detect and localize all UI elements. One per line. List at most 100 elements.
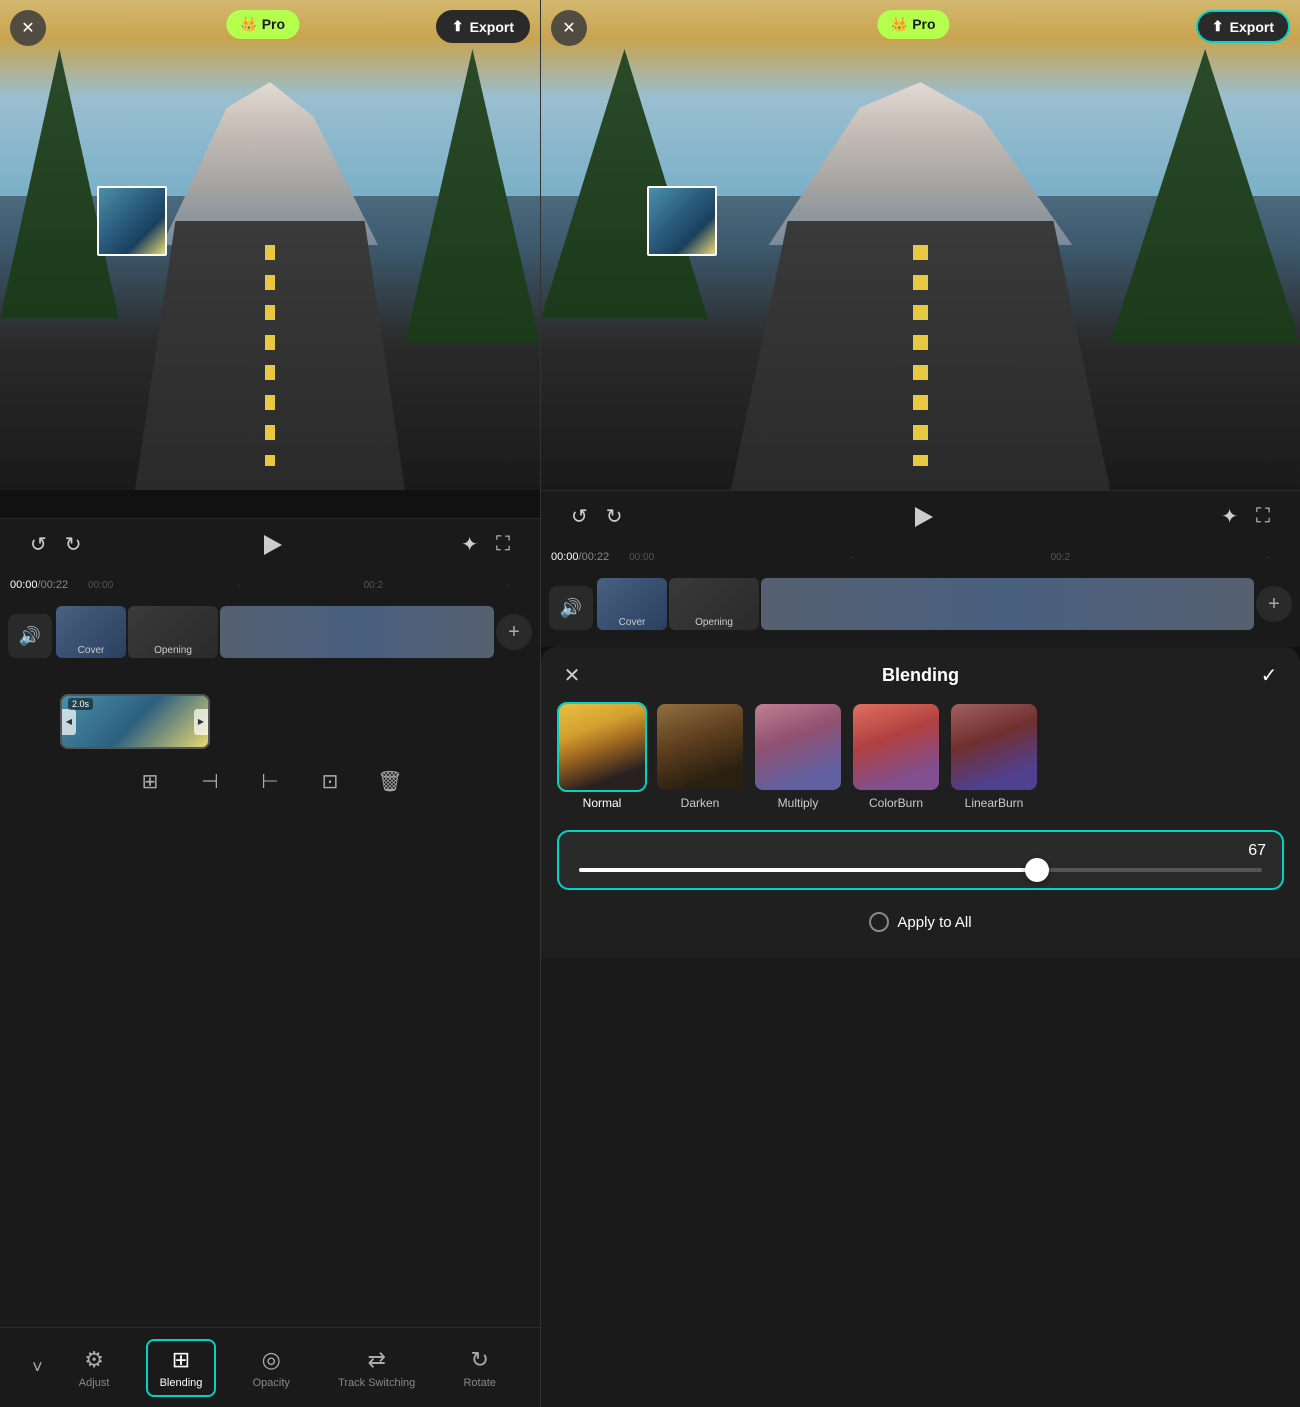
slider-thumb[interactable] (1025, 858, 1049, 882)
blend-mode-linearburn[interactable]: LinearBurn (949, 702, 1039, 810)
rt-mark-0: 00:00 (629, 552, 654, 563)
fullscreen-button-left[interactable]: ⛶ (496, 533, 510, 556)
blend-mode-thumb-colorburn (851, 702, 941, 792)
export-button-right[interactable]: ⬆ Export (1196, 10, 1290, 43)
blending-header: ✕ Blending ✓ (557, 663, 1284, 688)
track-clips-left: Cover Opening + (56, 606, 532, 658)
rotate-label: Rotate (463, 1377, 495, 1389)
time-label-right: 00:00/00:22 (551, 551, 609, 563)
export-icon-left: ⬆ (452, 18, 464, 35)
track-clips-right: Cover Opening + (597, 578, 1292, 630)
apply-circle-icon (869, 912, 889, 932)
time-label-left: 00:00/00:22 (10, 579, 68, 591)
split-both-tool-button[interactable]: ⊡ (310, 761, 350, 801)
sparkle-button-right[interactable]: ✦ (1221, 504, 1238, 529)
blending-title: Blending (587, 665, 1254, 686)
down-chevron-left[interactable]: ˅ (32, 1357, 43, 1378)
blend-linearburn-label: LinearBurn (965, 796, 1024, 810)
blend-darken-label: Darken (681, 796, 720, 810)
fullscreen-button-right[interactable]: ⛶ (1256, 505, 1270, 528)
add-clip-button-left[interactable]: + (496, 614, 532, 650)
opening-label-right: Opening (695, 617, 733, 628)
main-clip[interactable] (220, 606, 494, 658)
close-button-right[interactable]: ✕ (551, 10, 587, 46)
blend-multiply-label: Multiply (778, 796, 819, 810)
cover-label-right: Cover (619, 617, 646, 628)
opening-clip[interactable]: Opening (128, 606, 218, 658)
rt-mark-2: 00:2 (1051, 552, 1070, 563)
sparkle-button-left[interactable]: ✦ (461, 532, 478, 557)
sub-clip-handle-right[interactable]: ▶ (194, 709, 208, 735)
track-area-right: 🔊 Cover Opening + (541, 572, 1300, 647)
audio-button-right[interactable]: 🔊 (549, 586, 593, 630)
export-label-right: Export (1230, 19, 1274, 35)
blend-mode-thumb-darken (655, 702, 745, 792)
timeline-mark-2: 00:2 (364, 580, 383, 591)
sub-clip-handle-left[interactable]: ◀ (62, 709, 76, 735)
undo-button-right[interactable]: ↺ (571, 504, 588, 529)
rotate-tool[interactable]: ↻ Rotate (451, 1341, 507, 1395)
export-label-left: Export (470, 19, 514, 35)
play-button-left[interactable] (253, 527, 289, 563)
close-icon-left: ✕ (21, 18, 34, 38)
blending-panel: ✕ Blending ✓ Normal Darken (541, 647, 1300, 958)
blending-close-button[interactable]: ✕ (557, 663, 587, 688)
play-button-right[interactable] (904, 499, 940, 535)
blend-modes-row: Normal Darken Multiply (557, 702, 1284, 818)
export-button-left[interactable]: ⬆ Export (436, 10, 530, 43)
cover-clip-right[interactable]: Cover (597, 578, 667, 630)
blend-mode-darken[interactable]: Darken (655, 702, 745, 810)
undo-button-left[interactable]: ↺ (30, 532, 47, 557)
blending-icon: ⊞ (172, 1347, 190, 1373)
opacity-slider-track[interactable] (579, 868, 1262, 872)
close-button-left[interactable]: ✕ (10, 10, 46, 46)
rt-mark-dot-2: · (1267, 552, 1270, 563)
audio-icon-left: 🔊 (19, 626, 41, 647)
split-left-tool-button[interactable]: ⊣ (190, 761, 230, 801)
redo-button-left[interactable]: ↻ (65, 532, 82, 557)
export-icon-right: ⬆ (1212, 18, 1224, 35)
blend-mode-colorburn[interactable]: ColorBurn (851, 702, 941, 810)
rt-mark-dot: · (851, 552, 854, 563)
main-clip-right[interactable] (761, 578, 1254, 630)
slider-fill (579, 868, 1037, 872)
edit-tools-bar: ⊞ ⊣ ⊢ ⊡ 🗑 (0, 753, 540, 809)
timeline-bar-left: 00:00/00:22 00:00 · 00:2 · (0, 570, 540, 600)
opacity-label: Opacity (253, 1377, 290, 1389)
track-switching-tool[interactable]: ⇄ Track Switching (326, 1341, 427, 1395)
pro-button-right[interactable]: 👑 Pro (877, 10, 950, 39)
timeline-markers-left: 00:00 · 00:2 · (88, 580, 510, 591)
track-area-left: 🔊 Cover Opening + (0, 600, 540, 690)
copy-tool-button[interactable]: ⊞ (130, 761, 170, 801)
opacity-value: 67 (1248, 842, 1266, 860)
blending-confirm-button[interactable]: ✓ (1254, 663, 1284, 688)
opening-clip-right[interactable]: Opening (669, 578, 759, 630)
cover-clip[interactable]: Cover (56, 606, 126, 658)
split-right-tool-button[interactable]: ⊢ (250, 761, 290, 801)
controls-bar-right: ↺ ↻ ✦ ⛶ (541, 490, 1300, 542)
add-clip-button-right[interactable]: + (1256, 586, 1292, 622)
blend-mode-multiply[interactable]: Multiply (753, 702, 843, 810)
apply-to-all-button[interactable]: Apply to All (557, 902, 1284, 942)
add-clip-icon-left: + (508, 621, 520, 644)
adjust-tool[interactable]: ⚙ Adjust (67, 1341, 122, 1395)
cover-label: Cover (78, 645, 105, 656)
audio-button-left[interactable]: 🔊 (8, 614, 52, 658)
pro-button-left[interactable]: 👑 Pro (226, 10, 299, 39)
sub-clip[interactable]: ◀ 2.0s ▶ (60, 694, 210, 749)
apply-all-label: Apply to All (897, 914, 971, 931)
add-clip-icon-right: + (1268, 593, 1280, 616)
delete-tool-button[interactable]: 🗑 (370, 761, 410, 801)
redo-button-right[interactable]: ↻ (606, 504, 623, 529)
duration-badge: 2.0s (68, 698, 93, 710)
blend-mode-normal[interactable]: Normal (557, 702, 647, 810)
play-icon-left (264, 535, 282, 555)
pro-label-left: 👑 Pro (240, 16, 285, 33)
timeline-mark-dot-1: · (237, 580, 240, 591)
timeline-mark-0: 00:00 (88, 580, 113, 591)
blending-label: Blending (160, 1377, 203, 1389)
opacity-icon: ◎ (262, 1347, 281, 1373)
blending-tool[interactable]: ⊞ Blending (146, 1339, 217, 1397)
bottom-toolbar-left: ˅ ⚙ Adjust ⊞ Blending ◎ Opacity ⇄ Track … (0, 1327, 540, 1407)
opacity-tool[interactable]: ◎ Opacity (241, 1341, 302, 1395)
